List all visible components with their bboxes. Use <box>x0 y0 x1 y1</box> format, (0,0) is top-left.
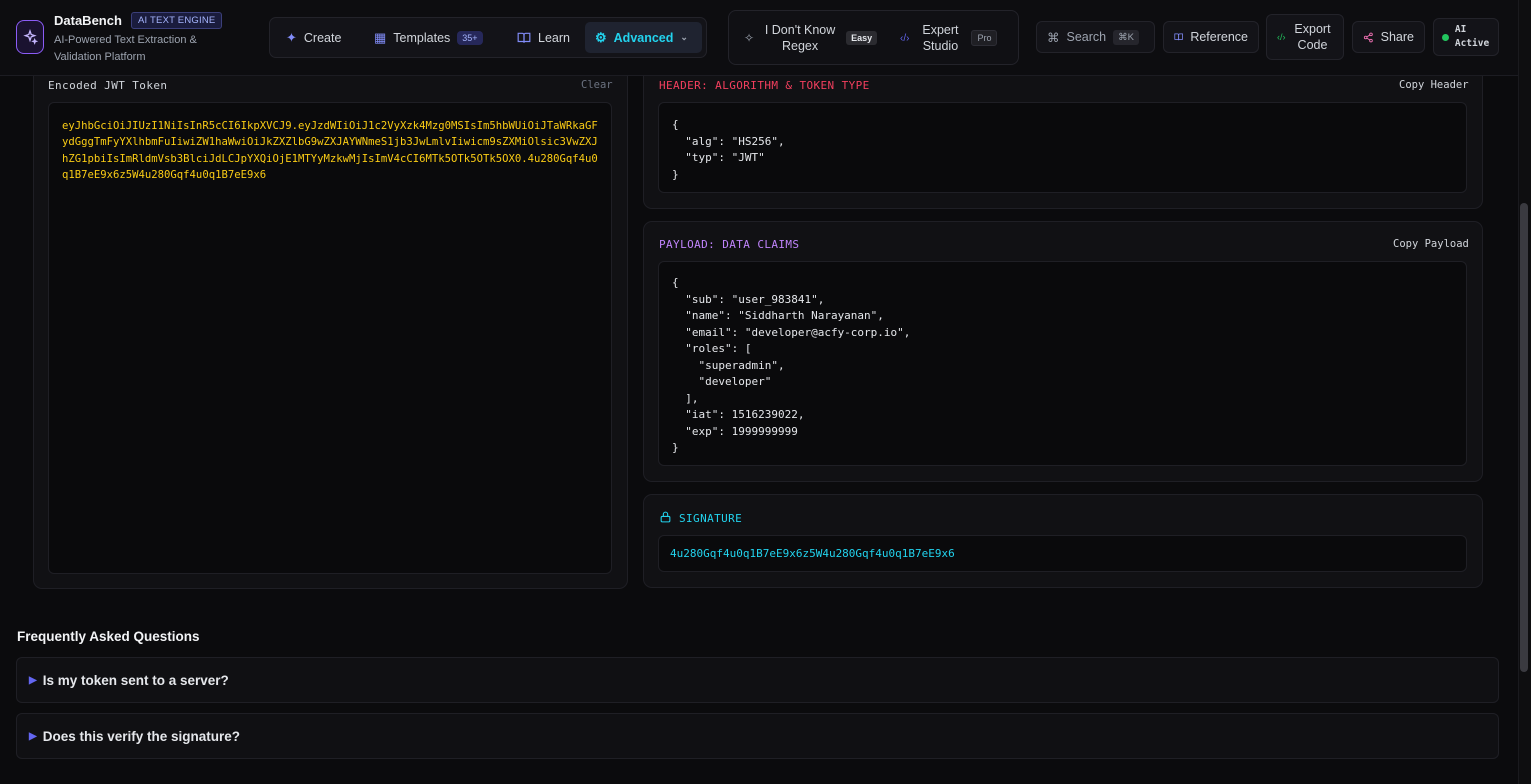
code-icon: ‹/› <box>900 32 910 44</box>
scrollbar-thumb[interactable] <box>1520 203 1528 672</box>
studio-mode-label: Expert Studio <box>922 23 959 53</box>
signature-box: 4u280Gqf4u0q1B7eE9x6z5W4u280Gqf4u0q1B7eE… <box>658 535 1467 572</box>
triangle-right-icon: ▶ <box>29 730 37 742</box>
share-button[interactable]: Share <box>1352 21 1425 53</box>
payload-json: { "sub": "user_983841", "name": "Siddhar… <box>672 276 911 454</box>
nav-templates-label: Templates <box>393 30 451 45</box>
copy-payload-button[interactable]: Copy Payload <box>1393 238 1469 250</box>
payload-json-box: { "sub": "user_983841", "name": "Siddhar… <box>658 261 1467 466</box>
clear-button[interactable]: Clear <box>581 79 613 91</box>
signature-value: 4u280Gqf4u0q1B7eE9x6z5W4u280Gqf4u0q1B7eE… <box>670 547 955 560</box>
studio-mode-button[interactable]: ‹/› Expert Studio Pro <box>900 20 998 56</box>
wand-icon: ✧ <box>744 31 755 45</box>
easy-badge: Easy <box>846 31 878 45</box>
nav-templates-button[interactable]: ▦ Templates 35+ <box>364 22 493 53</box>
header-label: HEADER: ALGORITHM & TOKEN TYPE <box>659 79 870 92</box>
search-shortcut: ⌘K <box>1113 29 1139 45</box>
mode-switcher: ✧ I Don't Know Regex Easy ‹/› Expert Stu… <box>728 10 1019 65</box>
payload-label: PAYLOAD: DATA CLAIMS <box>659 238 800 251</box>
faq-item-signature[interactable]: ▶ Does this verify the signature? <box>16 713 1499 759</box>
token-text: eyJhbGciOiJIUzI1NiIsInR5cCI6IkpXVCJ9.eyJ… <box>62 120 598 181</box>
ai-status-label: AI Active <box>1454 24 1490 49</box>
cpu-icon: ⚙ <box>595 29 607 45</box>
nav-create-label: Create <box>303 30 342 45</box>
faq-item-server[interactable]: ▶ Is my token sent to a server? <box>16 657 1499 703</box>
lock-icon <box>660 511 671 523</box>
brand-badge: AI TEXT ENGINE <box>131 12 223 29</box>
ai-status: AI Active <box>1433 18 1499 56</box>
header-json-box: { "alg": "HS256", "typ": "JWT" } <box>658 102 1467 193</box>
share-icon <box>1363 32 1373 42</box>
chevron-down-icon: ⌄ <box>680 32 688 42</box>
main-nav: ✦ Create ▦ Templates 35+ Learn ⚙ Advance… <box>269 17 707 58</box>
header-json: { "alg": "HS256", "typ": "JWT" } <box>672 118 785 181</box>
top-bar: DataBench AI TEXT ENGINE AI-Powered Text… <box>0 0 1518 76</box>
faq-question: Is my token sent to a server? <box>42 672 229 688</box>
export-code-button[interactable]: ‹/› Export Code <box>1266 14 1344 60</box>
logo[interactable] <box>16 20 44 54</box>
brand-subtitle: AI-Powered Text Extraction & Validation … <box>54 34 197 63</box>
status-dot-icon <box>1442 33 1449 41</box>
regex-mode-button[interactable]: ✧ I Don't Know Regex Easy <box>744 20 878 56</box>
nav-advanced-button[interactable]: ⚙ Advanced ⌄ <box>585 22 702 53</box>
brand-name: DataBench <box>54 13 122 28</box>
command-icon: ⌘ <box>1047 30 1060 45</box>
nav-advanced-label: Advanced <box>613 30 674 45</box>
triangle-right-icon: ▶ <box>29 674 37 686</box>
search-label: Search <box>1066 30 1107 44</box>
signature-label: SIGNATURE <box>679 512 743 525</box>
share-label: Share <box>1380 30 1414 44</box>
reference-button[interactable]: Reference <box>1163 21 1259 53</box>
faq-question: Does this verify the signature? <box>42 728 241 744</box>
regex-mode-label: I Don't Know Regex <box>764 23 836 53</box>
nav-learn-button[interactable]: Learn <box>507 22 580 53</box>
code-icon: ‹/› <box>1277 32 1286 42</box>
pro-badge: Pro <box>971 30 998 46</box>
nav-create-button[interactable]: ✦ Create <box>276 22 351 53</box>
faq-title: Frequently Asked Questions <box>17 629 200 644</box>
encoded-label: Encoded JWT Token <box>48 79 168 92</box>
sparkle-icon <box>23 29 38 45</box>
copy-header-button[interactable]: Copy Header <box>1399 79 1469 91</box>
grid-icon: ▦ <box>374 29 387 45</box>
book-icon <box>517 32 531 43</box>
nav-learn-label: Learn <box>538 30 570 45</box>
book-icon <box>1174 33 1183 41</box>
templates-count-badge: 35+ <box>457 30 483 45</box>
export-code-label: Export Code <box>1294 22 1331 52</box>
sparkles-icon: ✦ <box>286 29 297 45</box>
search-button[interactable]: ⌘ Search ⌘K <box>1036 21 1155 53</box>
reference-label: Reference <box>1190 30 1248 44</box>
